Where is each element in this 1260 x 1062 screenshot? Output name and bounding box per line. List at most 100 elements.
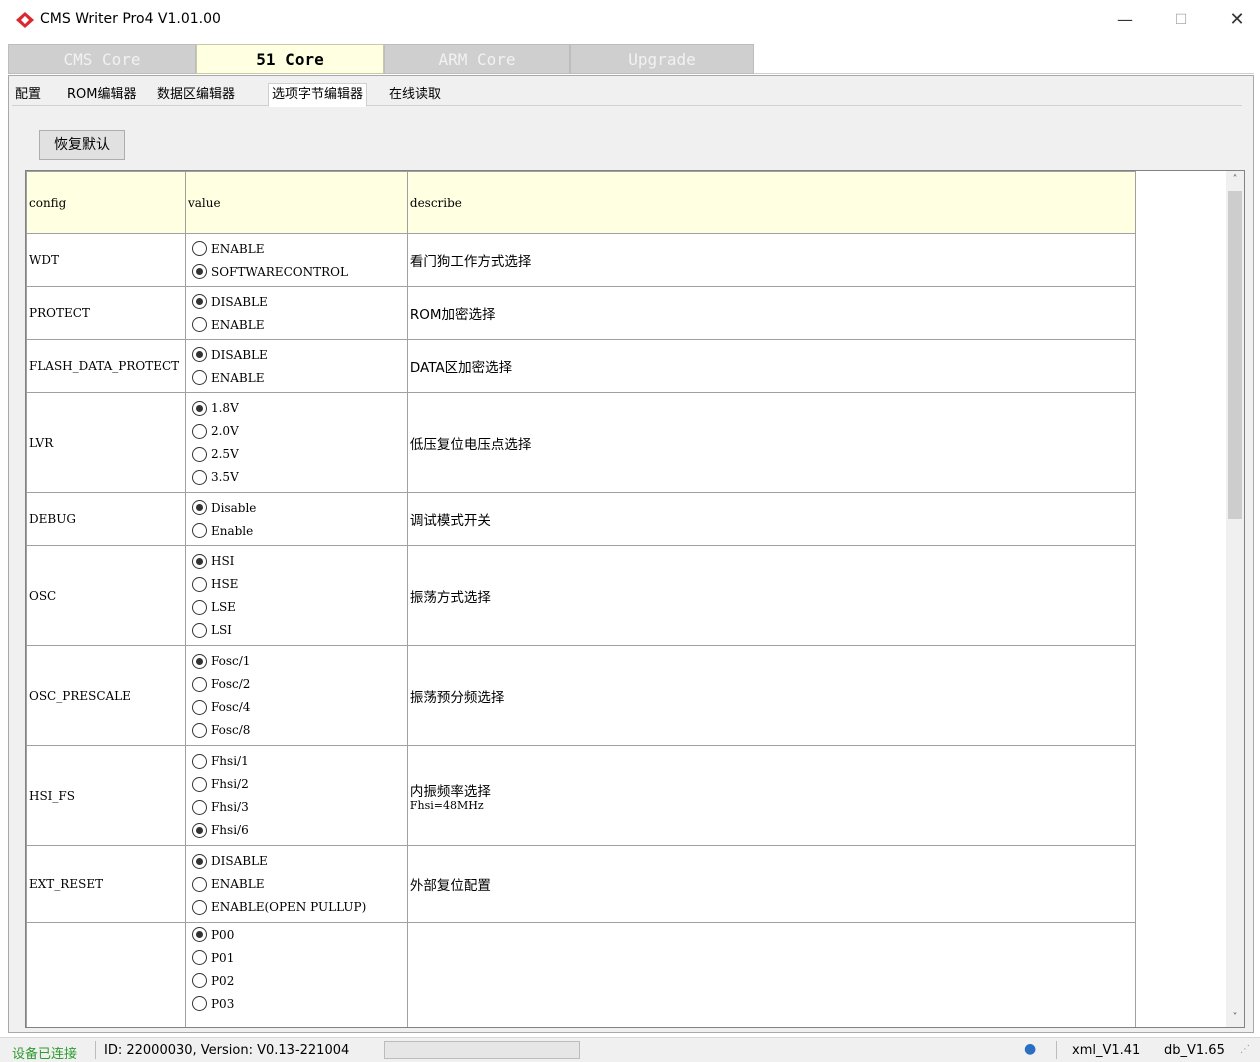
radio-checked-icon[interactable] — [191, 927, 207, 942]
table-row: HSI_FS Fhsi/1 Fhsi/2 Fhsi/3 Fhsi/6 内振频率选择 Fhsi… — [26, 745, 1137, 846]
describe-text: 看门狗工作方式选择 — [409, 254, 532, 270]
xml-version: xml_V1.41 — [1072, 1043, 1141, 1058]
radio-option[interactable]: Fhsi/2 — [188, 773, 405, 796]
radio-option[interactable]: P00 — [188, 923, 405, 946]
radio-option[interactable]: P03 — [188, 992, 405, 1015]
radio-option[interactable]: ENABLE(OPEN PULLUP) — [188, 896, 405, 919]
radio-option[interactable]: Fosc/4 — [188, 696, 405, 719]
radio-unchecked-icon[interactable] — [191, 996, 207, 1011]
radio-label: ENABLE — [210, 241, 265, 256]
scroll-down-arrow-icon[interactable]: ˅ — [1226, 1009, 1244, 1027]
value-cell: DISABLE ENABLE ENABLE(OPEN PULLUP) — [184, 845, 408, 923]
radio-option[interactable]: ENABLE — [188, 366, 405, 389]
radio-option[interactable]: 3.5V — [188, 466, 405, 489]
radio-unchecked-icon[interactable] — [191, 973, 207, 988]
radio-checked-icon[interactable] — [191, 822, 207, 838]
resize-grip-icon[interactable]: ⋰ — [1240, 1044, 1250, 1055]
radio-option[interactable]: P02 — [188, 969, 405, 992]
minimize-button[interactable]: — — [1110, 8, 1140, 32]
restore-defaults-button[interactable]: 恢复默认 — [39, 130, 125, 160]
radio-unchecked-icon[interactable] — [191, 799, 207, 815]
vertical-scrollbar[interactable]: ˄ ˅ — [1226, 171, 1244, 1027]
tab-upgrade[interactable]: Upgrade — [570, 44, 754, 74]
radio-option[interactable]: 2.0V — [188, 420, 405, 443]
radio-option[interactable]: 1.8V — [188, 397, 405, 420]
radio-option[interactable]: ENABLE — [188, 237, 405, 260]
radio-unchecked-icon[interactable] — [191, 599, 207, 615]
radio-unchecked-icon[interactable] — [191, 446, 207, 462]
tab-arm-core[interactable]: ARM Core — [384, 44, 570, 74]
radio-option[interactable]: SOFTWARECONTROL — [188, 260, 405, 283]
tab-option-byte-editor[interactable]: 选项字节编辑器 — [268, 83, 368, 107]
value-cell: HSI HSE LSE LSI — [184, 545, 408, 646]
table-header-row: config value describe — [26, 171, 1137, 234]
radio-checked-icon[interactable] — [191, 347, 207, 362]
value-cell: 1.8V 2.0V 2.5V 3.5V — [184, 392, 408, 493]
radio-checked-icon[interactable] — [191, 500, 207, 515]
radio-option[interactable]: Fosc/8 — [188, 719, 405, 742]
radio-label: ENABLE — [210, 877, 265, 891]
scroll-thumb[interactable] — [1228, 191, 1242, 519]
value-cell: DISABLE ENABLE — [184, 286, 408, 340]
radio-option[interactable]: LSE — [188, 596, 405, 619]
tab-cms-core[interactable]: CMS Core — [8, 44, 196, 74]
radio-option[interactable]: DISABLE — [188, 850, 405, 873]
describe-cell: 调试模式开关 — [406, 492, 1137, 546]
radio-option[interactable]: Disable — [188, 496, 405, 519]
radio-unchecked-icon[interactable] — [191, 753, 207, 769]
radio-label: SOFTWARECONTROL — [210, 264, 348, 279]
tab-data-editor[interactable]: 数据区编辑器 — [154, 84, 238, 106]
radio-unchecked-icon[interactable] — [191, 469, 207, 485]
radio-option[interactable]: LSI — [188, 619, 405, 642]
radio-checked-icon[interactable] — [191, 853, 207, 869]
radio-unchecked-icon[interactable] — [191, 950, 207, 965]
radio-option[interactable]: Fhsi/6 — [188, 819, 405, 842]
radio-checked-icon[interactable] — [191, 653, 207, 669]
radio-unchecked-icon[interactable] — [191, 241, 207, 256]
radio-option[interactable]: HSI — [188, 550, 405, 573]
radio-unchecked-icon[interactable] — [191, 676, 207, 692]
radio-checked-icon[interactable] — [191, 294, 207, 309]
tab-51-core[interactable]: 51 Core — [196, 44, 384, 74]
config-cell: WDT — [26, 233, 186, 287]
radio-option[interactable]: P01 — [188, 946, 405, 969]
main-panel: 配置 ROM编辑器 数据区编辑器 选项字节编辑器 在线读取 恢复默认 confi… — [8, 75, 1254, 1033]
radio-checked-icon[interactable] — [191, 400, 207, 416]
maximize-button[interactable]: ☐ — [1166, 8, 1196, 32]
describe-cell: 振荡方式选择 — [406, 545, 1137, 646]
radio-label: ENABLE — [210, 370, 265, 385]
tab-online-read[interactable]: 在线读取 — [386, 84, 444, 106]
radio-option[interactable]: Fhsi/1 — [188, 750, 405, 773]
close-button[interactable]: ✕ — [1222, 8, 1252, 32]
radio-unchecked-icon[interactable] — [191, 423, 207, 439]
radio-option[interactable]: ENABLE — [188, 873, 405, 896]
radio-unchecked-icon[interactable] — [191, 523, 207, 538]
describe-text: 振荡预分频选择 — [409, 689, 505, 706]
radio-option[interactable]: Enable — [188, 519, 405, 542]
column-header-value: value — [184, 171, 408, 234]
radio-checked-icon[interactable] — [191, 264, 207, 279]
tab-rom-editor[interactable]: ROM编辑器 — [64, 84, 139, 106]
radio-unchecked-icon[interactable] — [191, 622, 207, 638]
radio-option[interactable]: Fhsi/3 — [188, 796, 405, 819]
radio-option[interactable]: ENABLE — [188, 313, 405, 336]
radio-option[interactable]: Fosc/1 — [188, 650, 405, 673]
radio-option[interactable]: 2.5V — [188, 443, 405, 466]
radio-option[interactable]: HSE — [188, 573, 405, 596]
radio-unchecked-icon[interactable] — [191, 576, 207, 592]
describe-text: 内振频率选择 — [409, 784, 491, 800]
scroll-up-arrow-icon[interactable]: ˄ — [1226, 171, 1244, 189]
radio-unchecked-icon[interactable] — [191, 722, 207, 738]
radio-unchecked-icon[interactable] — [191, 317, 207, 332]
radio-unchecked-icon[interactable] — [191, 876, 207, 892]
radio-unchecked-icon[interactable] — [191, 776, 207, 792]
radio-option[interactable]: Fosc/2 — [188, 673, 405, 696]
radio-option[interactable]: DISABLE — [188, 290, 405, 313]
radio-unchecked-icon[interactable] — [191, 899, 207, 915]
radio-unchecked-icon[interactable] — [191, 370, 207, 385]
radio-checked-icon[interactable] — [191, 553, 207, 569]
tab-config[interactable]: 配置 — [12, 84, 44, 106]
radio-unchecked-icon[interactable] — [191, 699, 207, 715]
config-cell: OSC — [26, 545, 186, 646]
radio-option[interactable]: DISABLE — [188, 343, 405, 366]
